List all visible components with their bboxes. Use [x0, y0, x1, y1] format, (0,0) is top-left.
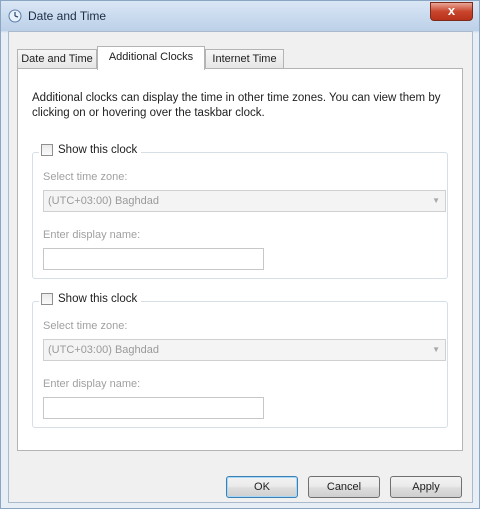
show-clock-2-checkbox[interactable]: [41, 293, 53, 305]
date-time-dialog: Date and Time x Date and Time Additional…: [0, 0, 480, 509]
window-title: Date and Time: [28, 9, 107, 23]
clock-group-2: Show this clock Select time zone: (UTC+0…: [32, 293, 448, 428]
clock-icon: [8, 9, 22, 23]
timezone-value-1: (UTC+03:00) Baghdad: [48, 195, 159, 207]
close-icon: x: [447, 3, 456, 18]
close-button[interactable]: x: [430, 2, 473, 21]
display-name-input-1[interactable]: [43, 248, 264, 270]
timezone-label-1: Select time zone:: [43, 171, 128, 183]
show-clock-1-label: Show this clock: [58, 144, 138, 156]
dialog-client-area: Date and Time Additional Clocks Internet…: [8, 31, 473, 503]
timezone-select-1[interactable]: (UTC+03:00) Baghdad ▼: [43, 190, 446, 212]
timezone-select-2[interactable]: (UTC+03:00) Baghdad ▼: [43, 339, 446, 361]
tab-additional-clocks[interactable]: Additional Clocks: [97, 46, 205, 70]
display-name-input-2[interactable]: [43, 397, 264, 419]
show-clock-2[interactable]: Show this clock: [39, 293, 142, 305]
chevron-down-icon: ▼: [432, 345, 440, 354]
show-clock-1-checkbox[interactable]: [41, 144, 53, 156]
description-text: Additional clocks can display the time i…: [32, 92, 441, 119]
show-clock-1[interactable]: Show this clock: [39, 144, 142, 156]
apply-button[interactable]: Apply: [390, 476, 462, 498]
display-name-label-1: Enter display name:: [43, 229, 141, 241]
display-name-label-2: Enter display name:: [43, 378, 141, 390]
show-clock-2-label: Show this clock: [58, 293, 138, 305]
chevron-down-icon: ▼: [432, 196, 440, 205]
additional-clocks-panel: Additional clocks can display the time i…: [17, 68, 463, 451]
clock-group-1: Show this clock Select time zone: (UTC+0…: [32, 144, 448, 279]
tab-internet-time[interactable]: Internet Time: [205, 49, 284, 69]
ok-button[interactable]: OK: [226, 476, 298, 498]
timezone-value-2: (UTC+03:00) Baghdad: [48, 344, 159, 356]
timezone-label-2: Select time zone:: [43, 320, 128, 332]
cancel-button[interactable]: Cancel: [308, 476, 380, 498]
tab-date-and-time[interactable]: Date and Time: [17, 49, 97, 69]
title-bar[interactable]: Date and Time x: [1, 1, 479, 31]
tab-strip: Date and Time Additional Clocks Internet…: [17, 46, 457, 70]
